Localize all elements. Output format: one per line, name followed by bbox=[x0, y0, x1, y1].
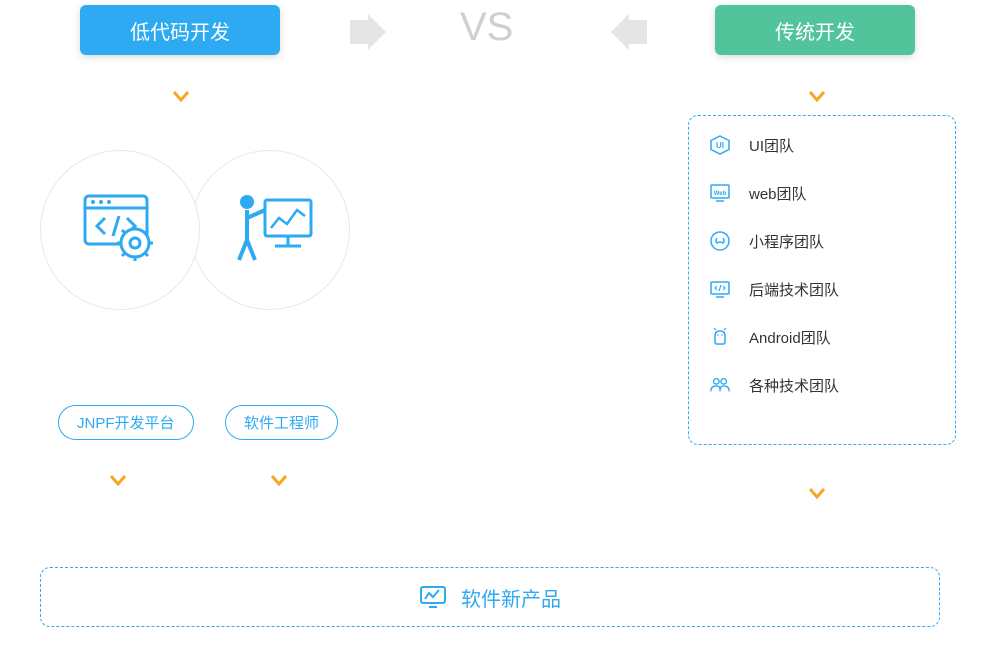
result-label: 软件新产品 bbox=[461, 583, 561, 612]
ui-icon: UI bbox=[709, 134, 731, 156]
chevron-down-icon bbox=[808, 485, 826, 503]
backend-icon bbox=[709, 278, 731, 300]
team-label: UI团队 bbox=[749, 135, 794, 156]
result-box: 软件新产品 bbox=[40, 567, 940, 627]
engineer-pill-label: 软件工程师 bbox=[244, 415, 319, 432]
team-row-backend: 后端技术团队 bbox=[709, 278, 935, 300]
team-row-web: Web web团队 bbox=[709, 182, 935, 204]
product-icon bbox=[419, 585, 447, 609]
team-label: Android团队 bbox=[749, 327, 831, 348]
chevron-down-icon bbox=[109, 472, 127, 490]
svg-text:UI: UI bbox=[716, 141, 724, 150]
team-row-ui: UI UI团队 bbox=[709, 134, 935, 156]
traditional-label: 传统开发 bbox=[775, 16, 855, 45]
team-label: web团队 bbox=[749, 183, 807, 204]
engineer-pill: 软件工程师 bbox=[225, 405, 338, 440]
engineer-circle bbox=[190, 150, 350, 310]
chevron-down-icon bbox=[172, 88, 190, 106]
team-list-box: UI UI团队 Web web团队 小程序团队 后端技术团队 Android团队… bbox=[688, 115, 956, 445]
team-label: 各种技术团队 bbox=[749, 375, 839, 396]
miniprogram-icon bbox=[709, 230, 731, 252]
team-people-icon bbox=[709, 374, 731, 396]
team-row-mini: 小程序团队 bbox=[709, 230, 935, 252]
arrow-right-icon bbox=[350, 14, 392, 50]
lowcode-label: 低代码开发 bbox=[130, 16, 230, 45]
web-icon: Web bbox=[709, 182, 731, 204]
traditional-badge: 传统开发 bbox=[715, 5, 915, 55]
lowcode-badge: 低代码开发 bbox=[80, 5, 280, 55]
team-label: 后端技术团队 bbox=[749, 279, 839, 300]
chevron-down-icon bbox=[808, 88, 826, 106]
team-row-android: Android团队 bbox=[709, 326, 935, 348]
team-row-various: 各种技术团队 bbox=[709, 374, 935, 396]
presentation-icon bbox=[225, 190, 315, 270]
svg-text:Web: Web bbox=[714, 191, 727, 197]
team-label: 小程序团队 bbox=[749, 231, 824, 252]
platform-circle bbox=[40, 150, 200, 310]
platform-pill: JNPF开发平台 bbox=[58, 405, 194, 440]
platform-pill-label: JNPF开发平台 bbox=[77, 415, 175, 432]
arrow-left-icon bbox=[605, 14, 647, 50]
chevron-down-icon bbox=[270, 472, 288, 490]
code-gear-icon bbox=[75, 188, 165, 273]
vs-label: VS bbox=[460, 5, 513, 50]
android-icon bbox=[709, 326, 731, 348]
